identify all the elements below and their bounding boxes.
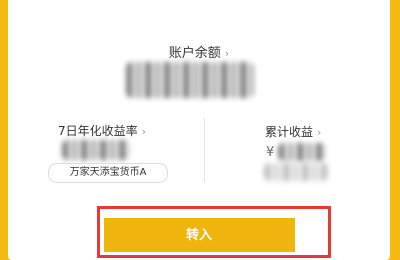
chevron-right-icon: ›: [317, 126, 322, 139]
fund-name-tag[interactable]: 万家天添宝货币A: [48, 163, 168, 183]
cumulative-label-link[interactable]: 累计收益 ›: [265, 123, 321, 140]
transfer-in-label: 转入: [185, 227, 212, 242]
yield-value-redacted: [62, 140, 130, 160]
divider: [204, 118, 205, 182]
chevron-right-icon: ›: [141, 125, 147, 138]
balance-value-redacted: [126, 62, 254, 98]
cumulative-label: 累计收益: [265, 125, 314, 139]
cumulative-value-redacted: [278, 143, 326, 161]
yield-label: 7日年化收益率: [58, 124, 138, 138]
transfer-in-button[interactable]: 转入: [104, 218, 326, 252]
currency-prefix: ¥: [266, 145, 275, 160]
balance-label: 账户余额: [168, 46, 221, 61]
cumulative-value-redacted-2: [264, 163, 328, 181]
chevron-right-icon: ›: [224, 47, 230, 60]
yield-label-link[interactable]: 7日年化收益率 ›: [58, 122, 146, 139]
balance-label-link[interactable]: 账户余额 ›: [8, 42, 390, 61]
